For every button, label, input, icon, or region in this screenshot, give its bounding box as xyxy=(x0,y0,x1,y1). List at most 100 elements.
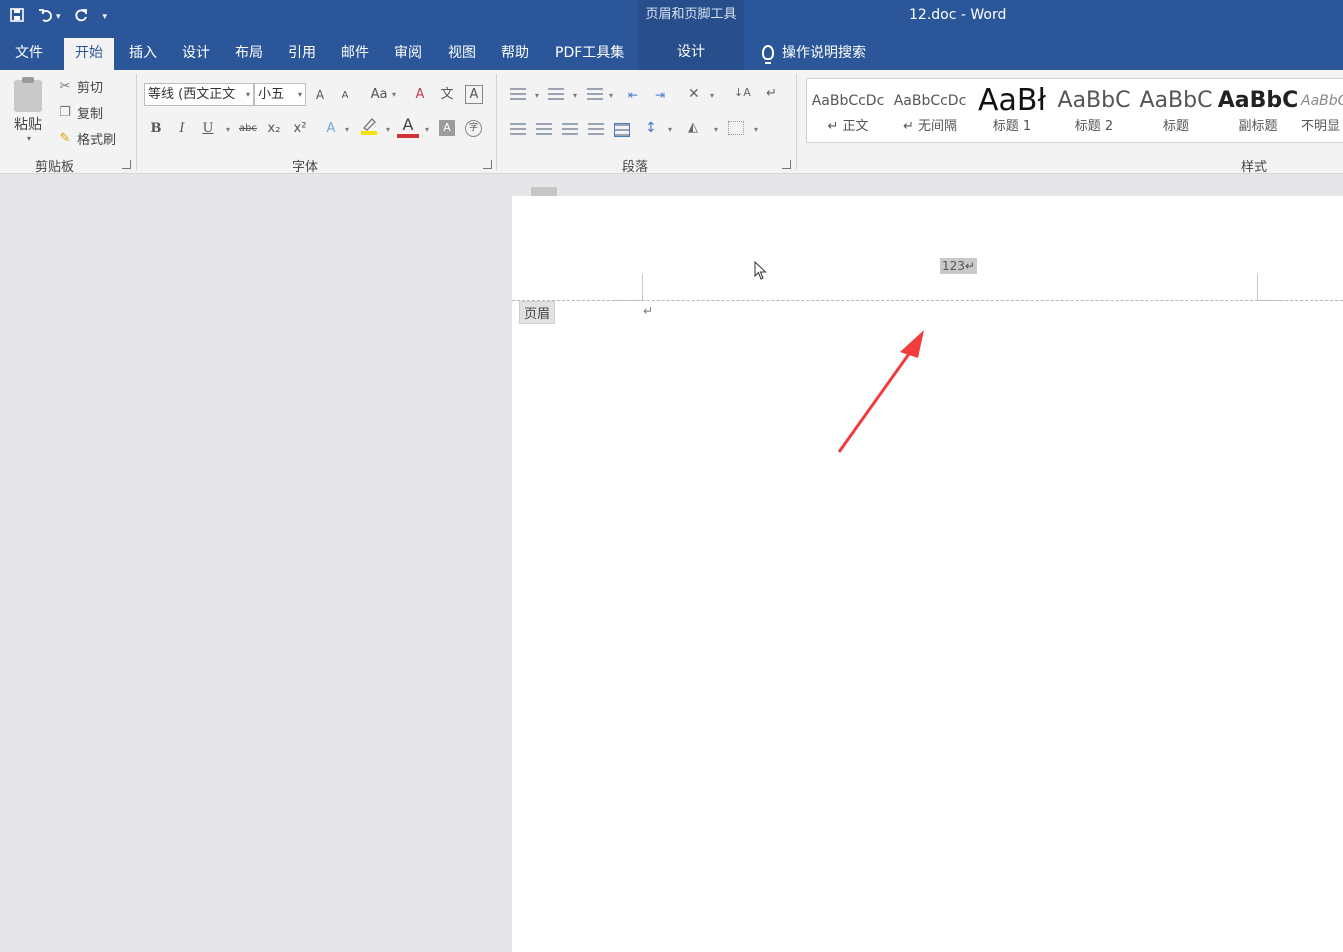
paragraph-mark: ↵ xyxy=(643,304,654,318)
tab-view[interactable]: 视图 xyxy=(437,38,487,70)
justify-icon[interactable] xyxy=(588,123,604,137)
font-launcher-icon[interactable] xyxy=(483,160,492,169)
bold-button[interactable]: B xyxy=(148,118,164,140)
undo-icon[interactable] xyxy=(38,6,52,28)
tab-references[interactable]: 引用 xyxy=(277,38,327,70)
font-name-select[interactable]: 等线 (西文正文 ▾ xyxy=(144,83,254,106)
char-shading-button[interactable]: A xyxy=(439,120,455,136)
tab-header-footer-design[interactable]: 设计 xyxy=(638,34,744,70)
style-title[interactable]: AaBbC 标题 xyxy=(1135,79,1217,142)
tab-insert[interactable]: 插入 xyxy=(118,38,168,70)
align-left-icon[interactable] xyxy=(510,123,526,137)
multilevel-list-icon[interactable] xyxy=(587,88,603,102)
style-subtle-emphasis[interactable]: AaBbC 不明显 xyxy=(1299,79,1343,142)
group-divider xyxy=(496,74,497,170)
paste-icon[interactable] xyxy=(14,77,42,112)
tab-layout[interactable]: 布局 xyxy=(224,38,274,70)
font-color-button[interactable]: A xyxy=(397,116,419,140)
chevron-down-icon[interactable]: ▾ xyxy=(425,125,429,134)
borders-icon[interactable] xyxy=(728,121,744,135)
style-heading-1[interactable]: AaBł 标题 1 xyxy=(971,79,1053,142)
chevron-down-icon[interactable]: ▾ xyxy=(710,91,714,100)
highlight-button[interactable] xyxy=(359,116,379,138)
superscript-button[interactable]: x² xyxy=(291,118,309,140)
style-heading-2[interactable]: AaBbC 标题 2 xyxy=(1053,79,1135,142)
document-page[interactable]: 123↵ 页眉 ↵ xyxy=(512,196,1343,952)
line-spacing-icon[interactable]: ↕ xyxy=(645,120,661,136)
chinese-layout-icon[interactable]: ✕ xyxy=(688,86,704,102)
mouse-cursor-icon xyxy=(754,261,767,280)
style-subtitle[interactable]: AaBbC 副标题 xyxy=(1217,79,1299,142)
distributed-icon[interactable] xyxy=(614,123,630,137)
strikethrough-button[interactable]: abc xyxy=(236,118,260,140)
style-sample: AaBbC xyxy=(1057,88,1131,113)
bullets-icon[interactable] xyxy=(510,88,526,102)
header-text[interactable]: 123↵ xyxy=(940,258,977,274)
chevron-down-icon[interactable]: ▾ xyxy=(609,91,613,100)
style-no-spacing[interactable]: AaBbCcDc ↵ 无间隔 xyxy=(889,79,971,142)
tab-review[interactable]: 审阅 xyxy=(383,38,433,70)
change-case-button[interactable]: Aa xyxy=(368,84,390,106)
style-name: 标题 1 xyxy=(992,119,1032,134)
save-icon[interactable] xyxy=(10,6,24,28)
align-center-icon[interactable] xyxy=(536,123,552,137)
numbering-icon[interactable] xyxy=(548,88,564,102)
cut-button[interactable]: ✂ 剪切 xyxy=(58,76,103,96)
group-divider xyxy=(136,74,137,170)
redo-icon[interactable] xyxy=(74,6,89,28)
shading-icon[interactable]: ◭ xyxy=(688,120,704,135)
chevron-down-icon[interactable]: ▾ xyxy=(573,91,577,100)
underline-button[interactable]: U xyxy=(201,118,215,140)
chevron-down-icon[interactable]: ▾ xyxy=(714,125,718,134)
paste-dropdown-icon[interactable]: ▾ xyxy=(27,134,31,143)
italic-button[interactable]: I xyxy=(175,118,189,140)
enclose-char-button[interactable]: 字 xyxy=(465,120,482,137)
ribbon-tabs: 文件 开始 插入 设计 布局 引用 邮件 审阅 视图 帮助 PDF工具集 设计 … xyxy=(0,34,1343,70)
shrink-font-button[interactable]: A xyxy=(338,85,352,107)
format-painter-button[interactable]: ✎ 格式刷 xyxy=(58,128,116,148)
increase-indent-icon[interactable]: ⇥ xyxy=(655,88,671,102)
style-sample: AaBbCcDc xyxy=(811,93,885,109)
lightbulb-icon xyxy=(762,44,774,64)
tab-design[interactable]: 设计 xyxy=(171,38,221,70)
annotation-arrow-icon xyxy=(837,330,924,453)
tab-file[interactable]: 文件 xyxy=(4,38,54,70)
group-divider xyxy=(796,74,797,170)
sort-icon[interactable]: ↓A xyxy=(734,86,751,100)
tab-help[interactable]: 帮助 xyxy=(490,38,540,70)
paste-button[interactable]: 粘贴 xyxy=(14,114,42,134)
margin-corner-mark xyxy=(642,274,643,300)
phonetic-guide-button[interactable]: 文 xyxy=(438,84,456,106)
copy-label: 复制 xyxy=(77,106,104,122)
customize-qat-icon[interactable]: ▾ xyxy=(103,6,108,28)
chevron-down-icon[interactable]: ▾ xyxy=(754,125,758,134)
chevron-down-icon[interactable]: ▾ xyxy=(345,125,349,134)
paragraph-launcher-icon[interactable] xyxy=(782,160,791,169)
tab-pdf-tools[interactable]: PDF工具集 xyxy=(544,38,635,70)
context-group-title: 页眉和页脚工具 xyxy=(638,0,744,34)
char-border-button[interactable]: A xyxy=(465,85,483,104)
copy-icon: ❐ xyxy=(59,104,71,120)
undo-dropdown-icon[interactable]: ▾ xyxy=(56,6,61,28)
text-effects-button[interactable]: A xyxy=(322,118,340,140)
chevron-down-icon[interactable]: ▾ xyxy=(668,125,672,134)
tell-me-search[interactable]: 操作说明搜索 xyxy=(762,34,866,70)
chevron-down-icon[interactable]: ▾ xyxy=(392,90,396,99)
decrease-indent-icon[interactable]: ⇤ xyxy=(628,88,644,102)
clipboard-launcher-icon[interactable] xyxy=(122,160,131,169)
tab-home[interactable]: 开始 xyxy=(64,38,114,70)
chevron-down-icon[interactable]: ▾ xyxy=(535,91,539,100)
chevron-down-icon[interactable]: ▾ xyxy=(386,125,390,134)
grow-font-button[interactable]: A xyxy=(312,84,328,106)
font-size-select[interactable]: 小五 ▾ xyxy=(254,83,306,106)
subscript-button[interactable]: x₂ xyxy=(265,118,283,140)
copy-button[interactable]: ❐ 复制 xyxy=(58,102,103,122)
align-right-icon[interactable] xyxy=(562,123,578,137)
chevron-down-icon[interactable]: ▾ xyxy=(226,125,230,134)
tab-mailings[interactable]: 邮件 xyxy=(330,38,380,70)
clear-formatting-icon[interactable]: A xyxy=(411,84,429,106)
styles-group-label: 样式 xyxy=(1241,160,1268,175)
show-marks-icon[interactable]: ↵ xyxy=(766,86,782,101)
style-normal[interactable]: AaBbCcDc ↵ 正文 xyxy=(807,79,889,142)
font-color-glyph: A xyxy=(402,115,414,134)
